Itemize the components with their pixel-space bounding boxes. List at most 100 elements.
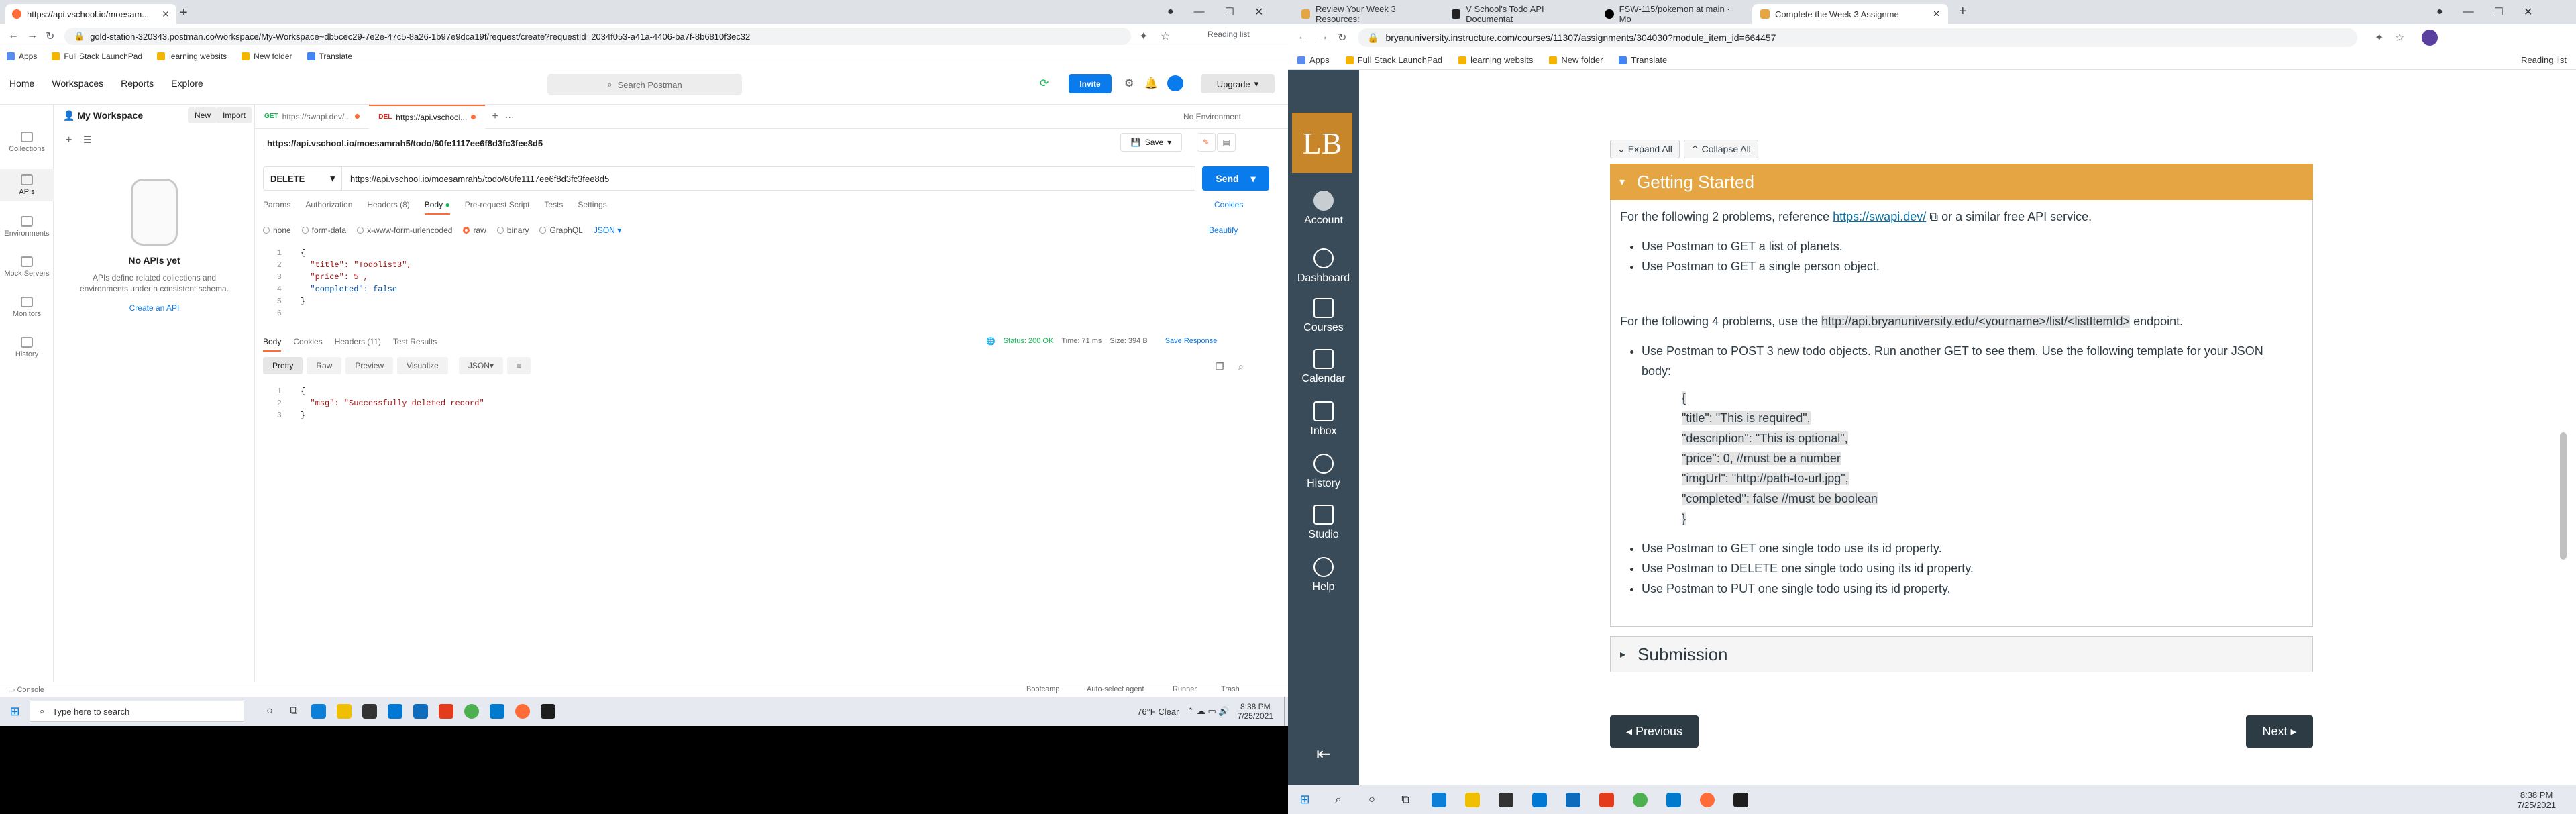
console-button[interactable]: ▭ Console <box>8 685 44 694</box>
radio-graphql[interactable]: GraphQL <box>539 225 583 235</box>
request-tab-get[interactable]: GET https://swapi.dev/... <box>255 105 369 129</box>
forward-icon[interactable]: → <box>27 30 38 42</box>
bookmark-item[interactable]: Full Stack LaunchPad <box>1345 55 1442 65</box>
cookies-link[interactable]: Cookies <box>1214 200 1243 209</box>
nav-studio[interactable]: Studio <box>1288 505 1359 541</box>
search-icon[interactable]: ⌕ <box>1238 361 1244 372</box>
browser-tab[interactable]: Review Your Week 3 Resources: <box>1293 4 1441 24</box>
trash-button[interactable]: Trash <box>1221 685 1240 693</box>
nav-reports[interactable]: Reports <box>121 78 154 89</box>
taskbar-clock[interactable]: 8:38 PM 7/25/2021 <box>1238 702 1273 721</box>
file-explorer-icon[interactable] <box>1465 792 1480 807</box>
edge-icon[interactable] <box>1432 792 1446 807</box>
more-tabs-icon[interactable]: ··· <box>505 111 515 122</box>
vscode-icon[interactable] <box>490 704 504 719</box>
add-icon[interactable]: + <box>66 134 72 146</box>
radio-binary[interactable]: binary <box>496 225 529 235</box>
filter-icon[interactable]: ☰ <box>83 134 92 146</box>
scrollbar-thumb[interactable] <box>2560 432 2567 560</box>
tab-pre-request-script[interactable]: Pre-request Script <box>465 200 530 215</box>
calculator-icon[interactable] <box>413 704 428 719</box>
browser-tab-postman[interactable]: https://api.vschool.io/moesam... ✕ <box>5 4 176 24</box>
browser-tab[interactable]: FSW-115/pokemon at main · Mo <box>1597 4 1750 24</box>
tray-icons[interactable]: ⌃ ☁ ▭ 🔊 <box>1187 706 1229 717</box>
bookmark-item[interactable]: Translate <box>1619 55 1667 65</box>
request-body-editor[interactable]: 1 { 2 "title": "Todolist3", 3 "price": 5 … <box>263 248 1269 318</box>
resp-tab-body[interactable]: Body <box>263 337 282 352</box>
windows-start-icon[interactable]: ⊞ <box>0 705 30 719</box>
avatar[interactable] <box>2422 30 2438 46</box>
environment-select[interactable]: No Environment <box>1183 112 1288 121</box>
bookmark-item[interactable]: New folder <box>241 52 292 61</box>
calculator-icon[interactable] <box>1566 792 1580 807</box>
chrome-icon[interactable] <box>1633 792 1648 807</box>
office-icon[interactable] <box>439 704 453 719</box>
nav-courses[interactable]: Courses <box>1288 298 1359 334</box>
nav-account[interactable]: Account <box>1288 191 1359 227</box>
tab-authorization[interactable]: Authorization <box>305 200 352 215</box>
chrome-icon[interactable] <box>464 704 479 719</box>
beautify-link[interactable]: Beautify <box>1209 225 1238 235</box>
bookmark-item[interactable]: Translate <box>307 52 352 61</box>
close-tab-icon[interactable]: ✕ <box>1933 9 1940 19</box>
invite-button[interactable]: Invite <box>1069 74 1112 93</box>
task-view-icon[interactable]: ⧉ <box>282 705 306 717</box>
bookmark-item[interactable]: learning websits <box>1458 55 1533 65</box>
extensions-icon[interactable]: ✦ <box>2375 31 2383 44</box>
rail-mock-servers[interactable]: Mock Servers <box>0 256 54 278</box>
bookmark-item[interactable]: New folder <box>1549 55 1603 65</box>
body-format-select[interactable]: JSON ▾ <box>594 225 621 235</box>
url-field[interactable]: 🔒 gold-station-320343.postman.co/workspa… <box>64 28 1131 45</box>
format-pretty[interactable]: Pretty <box>263 357 303 374</box>
bookmark-item[interactable]: learning websits <box>157 52 227 61</box>
terminal-icon[interactable] <box>1733 792 1748 807</box>
import-button[interactable]: Import <box>216 107 253 123</box>
radio-raw[interactable]: raw <box>463 225 486 235</box>
reading-list-link[interactable]: Reading list <box>1208 30 1250 39</box>
store-icon[interactable] <box>1499 792 1513 807</box>
nav-help[interactable]: Help <box>1288 557 1359 593</box>
collapse-all-button[interactable]: ⌃ Collapse All <box>1683 140 1758 158</box>
maximize-icon[interactable]: ☐ <box>1225 5 1234 19</box>
method-select[interactable]: DELETE ▾ <box>263 166 342 191</box>
tab-body[interactable]: Body ● <box>424 200 450 215</box>
create-api-link[interactable]: Create an API <box>54 303 255 313</box>
avatar[interactable] <box>1167 75 1183 91</box>
search-icon[interactable]: ⌕ <box>1322 794 1355 806</box>
runner-button[interactable]: Runner <box>1173 685 1197 693</box>
nav-explore[interactable]: Explore <box>171 78 203 89</box>
accordion-submission[interactable]: ▸ Submission <box>1610 636 2313 672</box>
bookmark-apps[interactable]: Apps <box>7 52 37 61</box>
close-window-icon[interactable]: ✕ <box>1254 5 1263 19</box>
cortana-icon[interactable]: ○ <box>1355 794 1389 806</box>
close-window-icon[interactable]: ✕ <box>2524 5 2532 19</box>
previous-button[interactable]: ◂ Previous <box>1610 715 1699 748</box>
tab-tests[interactable]: Tests <box>544 200 563 215</box>
send-button[interactable]: Send ▾ <box>1202 166 1269 191</box>
rail-collections[interactable]: Collections <box>0 132 54 153</box>
format-visualize[interactable]: Visualize <box>397 357 448 374</box>
nav-history[interactable]: History <box>1288 454 1359 490</box>
bookmark-apps[interactable]: Apps <box>1297 55 1330 65</box>
weather-widget[interactable]: 76°F Clear <box>1137 707 1179 717</box>
new-tab-icon[interactable]: + <box>180 5 188 21</box>
mail-icon[interactable] <box>388 704 402 719</box>
resp-tab-headers[interactable]: Headers (11) <box>335 337 381 352</box>
postman-search[interactable]: ⌕ Search Postman <box>547 74 742 95</box>
taskbar-clock[interactable]: 8:38 PM 7/25/2021 <box>2517 790 2556 810</box>
next-button[interactable]: Next ▸ <box>2246 715 2313 748</box>
accordion-getting-started[interactable]: ▾ Getting Started <box>1610 164 2313 200</box>
bookmark-star-icon[interactable]: ☆ <box>2395 31 2404 44</box>
profile-icon[interactable]: ● <box>2436 6 2443 18</box>
reload-icon[interactable]: ↻ <box>1338 31 1346 44</box>
radio-form-data[interactable]: form-data <box>301 225 346 235</box>
upgrade-button[interactable]: Upgrade ▾ <box>1201 74 1275 93</box>
tab-headers[interactable]: Headers (8) <box>367 200 409 215</box>
minimize-icon[interactable]: — <box>2463 6 2474 18</box>
school-logo[interactable]: LB <box>1292 113 1352 173</box>
format-raw[interactable]: Raw <box>307 357 342 374</box>
store-icon[interactable] <box>362 704 377 719</box>
copy-icon[interactable]: ❐ <box>1216 361 1224 372</box>
agent-select[interactable]: Auto-select agent <box>1087 685 1144 693</box>
profile-icon[interactable]: ● <box>1167 6 1174 18</box>
